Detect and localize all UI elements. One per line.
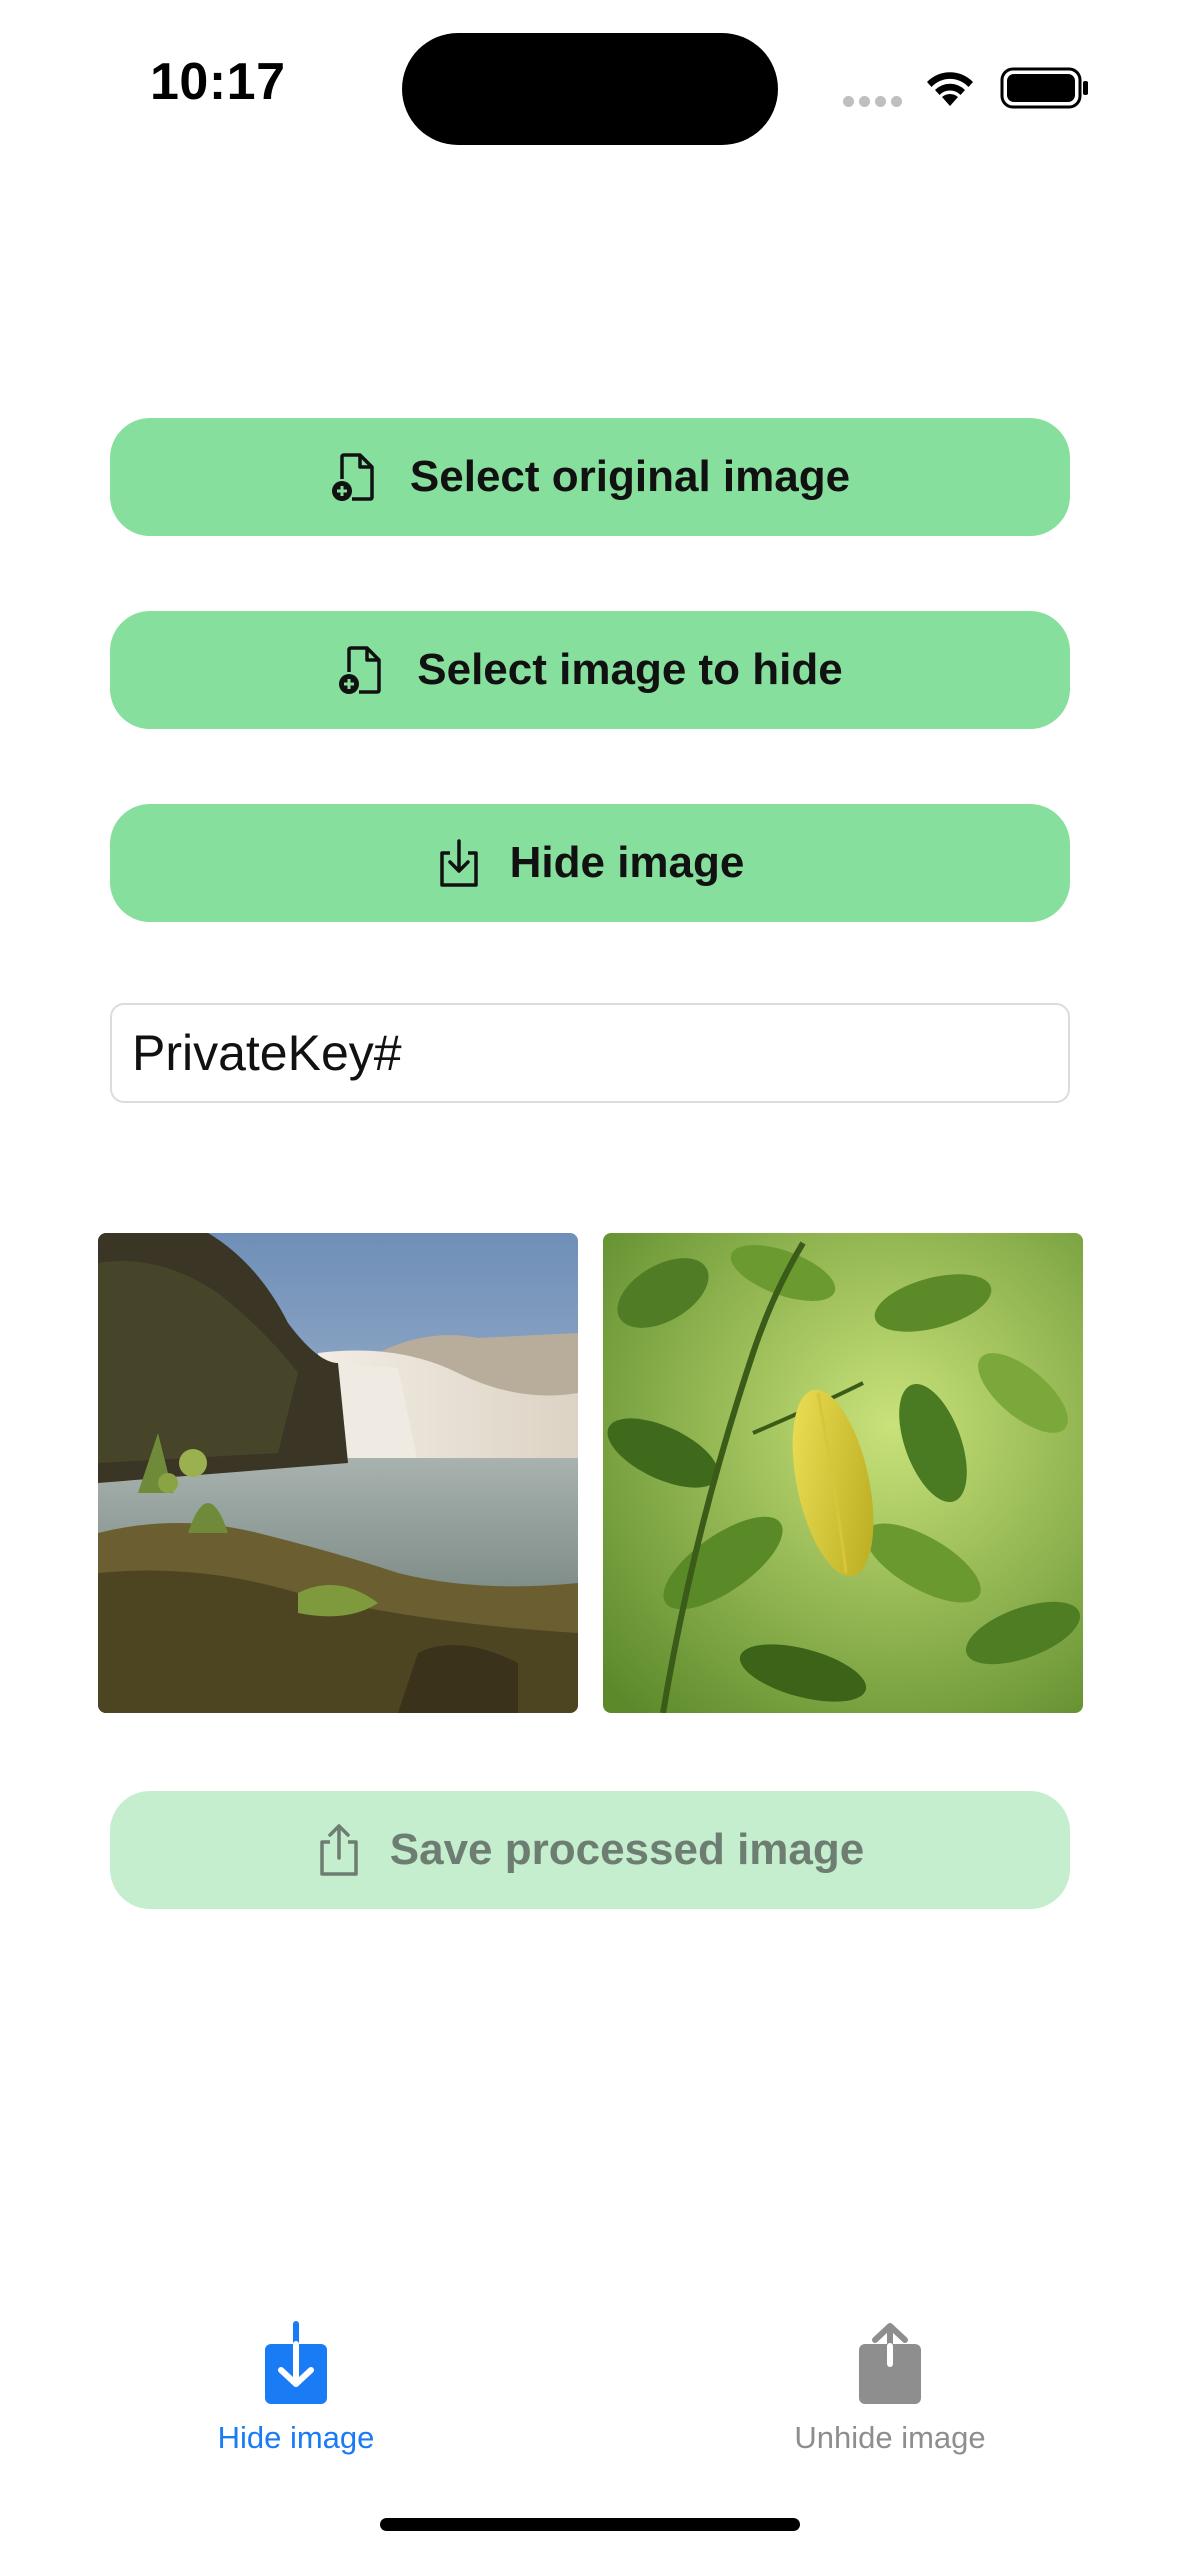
cellular-signal-icon xyxy=(843,94,907,112)
upload-square-icon xyxy=(740,2320,1040,2410)
select-original-image-label: Select original image xyxy=(409,452,851,501)
tab-unhide-image[interactable]: Unhide image xyxy=(740,2320,1040,2456)
document-add-icon xyxy=(330,449,382,505)
tab-hide-image-label: Hide image xyxy=(217,2420,375,2455)
hide-image-label: Hide image xyxy=(509,838,745,887)
save-processed-image-button[interactable]: Save processed image xyxy=(110,1791,1070,1909)
select-image-to-hide-button[interactable]: Select image to hide xyxy=(110,611,1070,729)
dynamic-island xyxy=(402,33,778,145)
battery-icon xyxy=(1000,66,1090,115)
home-indicator[interactable] xyxy=(380,2518,800,2531)
image-to-hide-preview xyxy=(603,1233,1083,1713)
tray-download-icon xyxy=(436,837,482,889)
original-image-preview xyxy=(98,1233,578,1713)
tab-unhide-image-label: Unhide image xyxy=(794,2420,986,2455)
wifi-icon xyxy=(922,66,978,113)
share-icon xyxy=(316,1822,362,1878)
tab-hide-image[interactable]: Hide image xyxy=(146,2320,446,2456)
select-original-image-button[interactable]: Select original image xyxy=(110,418,1070,536)
private-key-field[interactable] xyxy=(110,1003,1070,1103)
status-time: 10:17 xyxy=(150,53,286,111)
hide-image-button[interactable]: Hide image xyxy=(110,804,1070,922)
download-square-icon xyxy=(146,2320,446,2410)
save-processed-image-label: Save processed image xyxy=(389,1825,865,1874)
document-add-icon xyxy=(337,642,389,698)
select-image-to-hide-label: Select image to hide xyxy=(417,645,843,694)
